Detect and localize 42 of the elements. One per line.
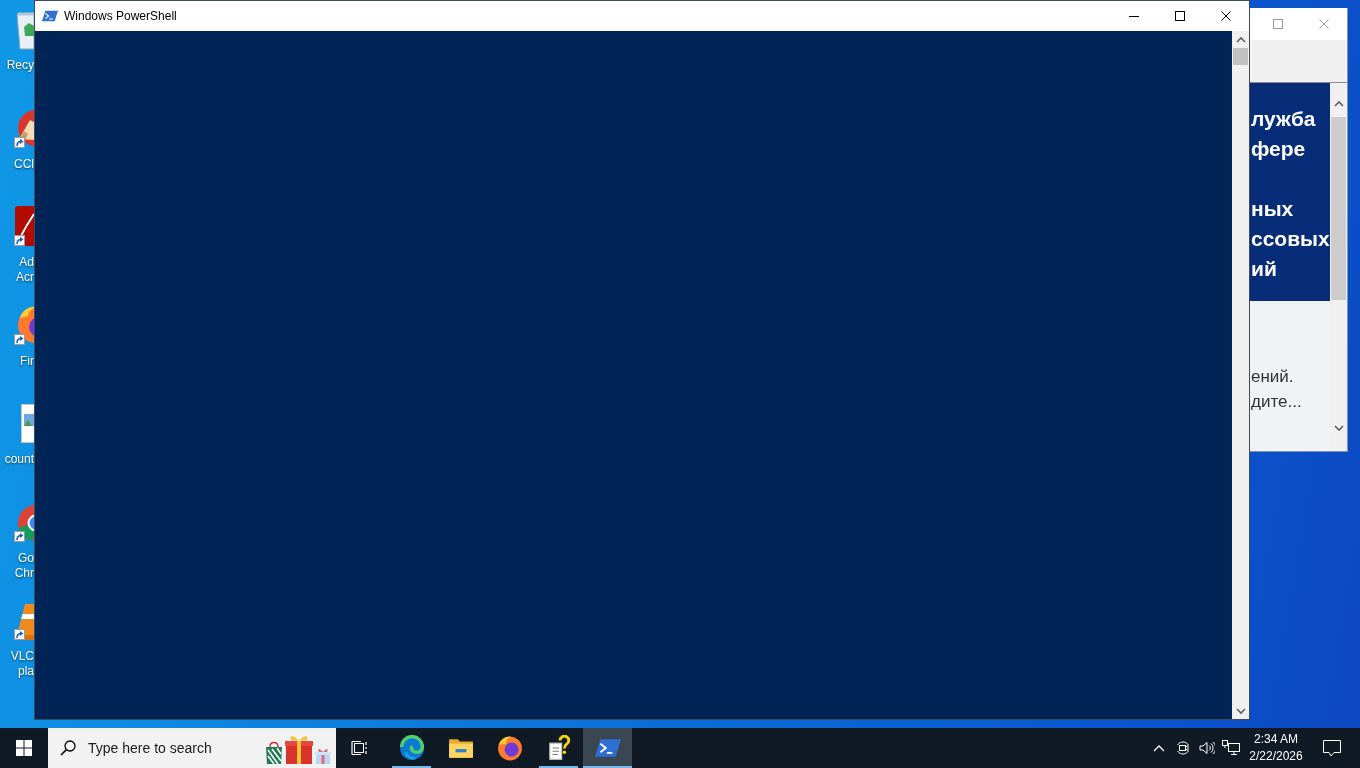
video-camera-icon[interactable] — [1175, 740, 1191, 756]
gift-bag-icon — [264, 739, 284, 765]
heading-text: фере — [1250, 136, 1307, 162]
heading-text: ий — [1250, 256, 1278, 282]
close-icon — [1319, 19, 1329, 29]
windows-logo-icon — [16, 740, 32, 756]
folder-icon — [447, 737, 474, 759]
heading-text: ссовых — [1250, 226, 1330, 252]
window-title: Windows PowerShell — [64, 9, 177, 23]
heading-text: лужба — [1250, 106, 1317, 132]
close-icon — [1221, 11, 1231, 21]
desktop-icon-label[interactable]: Recy — [6, 58, 34, 73]
network-icon[interactable] — [1222, 740, 1240, 756]
heading-text: ных — [1250, 196, 1295, 222]
desktop-icon-label[interactable]: VLC pla — [10, 649, 34, 679]
maximize-icon — [1175, 11, 1185, 21]
desktop-icon-label[interactable]: Go Chr — [14, 550, 34, 581]
chevron-down-icon[interactable] — [1333, 423, 1344, 432]
clock-button[interactable]: 2:34 AM 2/22/2026 — [1243, 728, 1309, 768]
maximize-icon — [1273, 19, 1283, 29]
desktop-icon-label[interactable]: count — [4, 452, 34, 467]
terminal-icon — [42, 9, 58, 23]
terminal-icon — [594, 737, 621, 759]
desktop-icon-label[interactable]: Fir — [20, 353, 34, 369]
notifications-icon[interactable] — [1323, 739, 1341, 757]
search-icon — [60, 740, 76, 756]
body-text: ений. — [1250, 366, 1294, 388]
help-document-icon — [546, 735, 571, 761]
scrollbar[interactable] — [1330, 83, 1347, 451]
browser-icon — [398, 735, 425, 761]
app-tile-icon[interactable] — [12, 205, 34, 247]
scrollbar-thumb[interactable] — [1233, 48, 1248, 65]
scrollbar[interactable] — [1232, 31, 1249, 719]
volume-icon[interactable] — [1199, 741, 1215, 755]
browser-icon — [496, 735, 523, 761]
search-field[interactable]: Type here to search — [48, 728, 336, 768]
desktop-icon-label[interactable]: CCl — [14, 156, 34, 172]
body-text: дите... — [1250, 391, 1302, 413]
task-view-icon — [351, 740, 369, 756]
desktop-icon-label[interactable]: Ad Acr — [16, 255, 34, 285]
scrollbar-thumb[interactable] — [1331, 117, 1346, 300]
chevron-down-icon[interactable] — [1235, 706, 1246, 715]
